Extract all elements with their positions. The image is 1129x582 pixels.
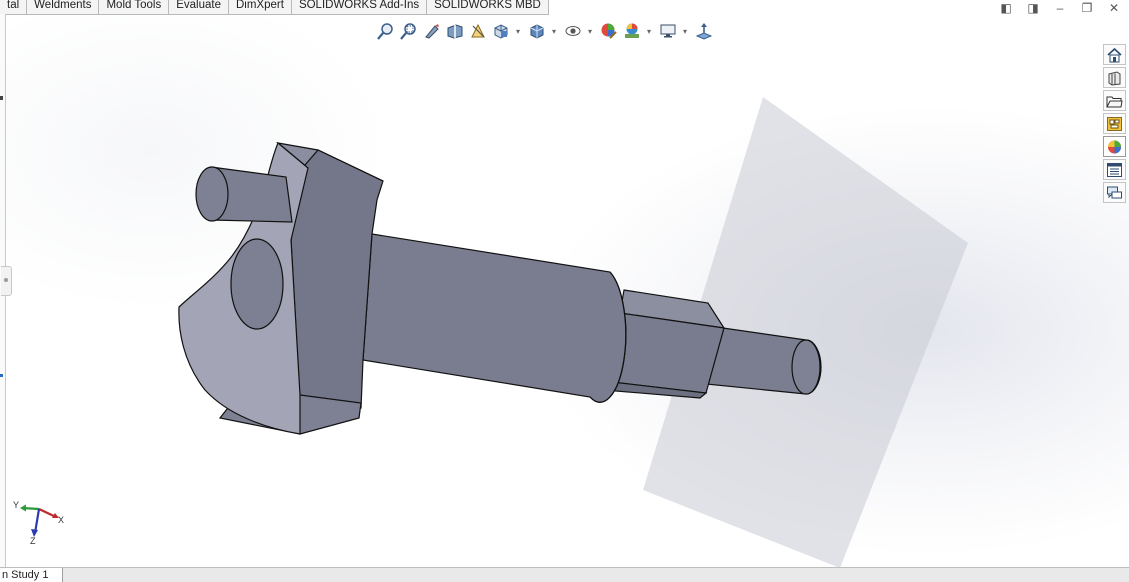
tab-dimxpert[interactable]: DimXpert: [229, 0, 292, 14]
dynamic-annotation-views-icon[interactable]: [468, 21, 488, 41]
zoom-to-area-icon[interactable]: [399, 21, 419, 41]
reference-triad: Y X Z: [8, 495, 78, 550]
triad-y-label: Y: [13, 500, 20, 510]
zoom-to-fit-icon[interactable]: [376, 21, 396, 41]
tab-mold-tools[interactable]: Mold Tools: [99, 0, 170, 14]
appearances-scenes-decals-icon[interactable]: [1103, 136, 1126, 157]
design-library-icon[interactable]: [1103, 67, 1126, 88]
left-panel-marker: [0, 96, 3, 100]
part-model[interactable]: [0, 0, 1129, 581]
edit-appearance-icon[interactable]: [599, 21, 619, 41]
tab-motion-study[interactable]: n Study 1: [0, 568, 64, 582]
minimize-icon[interactable]: –: [1053, 1, 1067, 15]
tile-right-icon[interactable]: ◨: [1026, 1, 1040, 15]
hide-show-items-icon[interactable]: [563, 21, 583, 41]
previous-view-icon[interactable]: [422, 21, 442, 41]
restore-icon[interactable]: ❐: [1080, 1, 1094, 15]
apply-scene-icon[interactable]: [622, 21, 642, 41]
solidworks-resources-icon[interactable]: [1103, 44, 1126, 65]
view-settings-icon[interactable]: [658, 21, 678, 41]
task-pane: [1103, 44, 1128, 203]
triad-x-label: X: [58, 515, 65, 525]
view-orientation-icon[interactable]: [491, 21, 511, 41]
bottom-tab-bar: n Study 1: [0, 567, 1129, 582]
custom-properties-icon[interactable]: [1103, 159, 1126, 180]
hide-show-items-dropdown[interactable]: ▾: [586, 27, 594, 36]
section-view-icon[interactable]: [445, 21, 465, 41]
heads-up-view-toolbar: ▾ ▾ ▾ ▾ ▾: [376, 20, 717, 42]
tab-weldments[interactable]: Weldments: [27, 0, 100, 14]
rotate-view-icon[interactable]: [694, 21, 714, 41]
view-palette-icon[interactable]: [1103, 113, 1126, 134]
tile-left-icon[interactable]: ◧: [999, 1, 1013, 15]
apply-scene-dropdown[interactable]: ▾: [645, 27, 653, 36]
tab-sheet-metal[interactable]: tal: [0, 0, 28, 14]
view-orientation-dropdown[interactable]: ▾: [514, 27, 522, 36]
triad-z-label: Z: [30, 536, 36, 546]
display-style-dropdown[interactable]: ▾: [550, 27, 558, 36]
window-controls: ◧ ◨ – ❐ ✕: [999, 1, 1121, 15]
command-manager-tabs: tal Weldments Mold Tools Evaluate DimXpe…: [0, 0, 549, 15]
display-style-icon[interactable]: [527, 21, 547, 41]
file-explorer-icon[interactable]: [1103, 90, 1126, 111]
tab-solidworks-add-ins[interactable]: SOLIDWORKS Add-Ins: [291, 0, 428, 14]
solidworks-forum-icon[interactable]: [1103, 182, 1126, 203]
tab-solidworks-mbd[interactable]: SOLIDWORKS MBD: [427, 0, 549, 14]
panel-collapse-handle[interactable]: [1, 266, 12, 296]
tab-evaluate[interactable]: Evaluate: [169, 0, 229, 14]
left-panel-marker-blue: [0, 374, 3, 377]
close-icon[interactable]: ✕: [1107, 1, 1121, 15]
view-settings-dropdown[interactable]: ▾: [681, 27, 689, 36]
